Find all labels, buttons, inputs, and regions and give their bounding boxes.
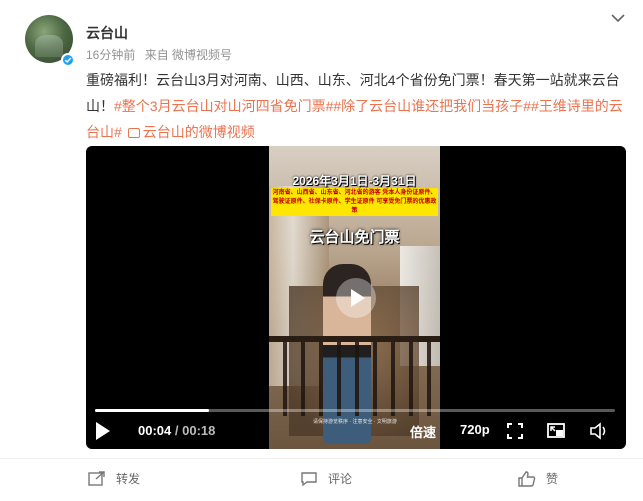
overlay-notice: 河南省、山西省、山东省、河北省的游客 凭本人身份证原件、驾驶证原件、社保卡原件、… [271,188,438,216]
railing [269,336,440,416]
repost-icon [88,470,105,486]
speed-button[interactable]: 倍速 [410,422,436,441]
current-time: 00:04 [138,423,172,438]
thumbs-up-icon [518,470,536,487]
video-link[interactable]: 云台山的微博视频 [143,124,255,140]
comment-button[interactable]: 评论 [300,470,352,487]
verified-badge-icon [61,53,75,67]
post-meta: 16分钟前 来自 微博视频号 [86,46,238,63]
comment-icon [301,471,317,486]
repost-label: 转发 [116,472,141,486]
fullscreen-icon[interactable] [507,423,523,439]
video-player[interactable]: 2026年3月1日-3月31日 河南省、山西省、山东省、河北省的游客 凭本人身份… [86,146,626,449]
center-play-button[interactable] [336,278,376,318]
quality-button[interactable]: 720p [460,422,490,437]
hashtag-2[interactable]: #除了云台山谁还把我们当孩子# [333,98,531,114]
hashtag-1[interactable]: #整个3月云台山对山河四省免门票# [114,98,333,114]
progress-fill [95,409,210,412]
comment-label: 评论 [328,472,353,486]
play-icon[interactable] [96,422,110,440]
repost-button[interactable]: 转发 [88,470,140,487]
progress-bar[interactable] [95,409,615,412]
time-display: 00:04 / 00:18 [138,423,216,438]
divider [0,458,643,459]
post-time[interactable]: 16分钟前 [86,48,135,62]
video-link-icon[interactable] [127,128,140,138]
overlay-date: 2026年3月1日-3月31日 [292,174,417,188]
chevron-down-icon[interactable] [610,12,626,24]
post-text: 重磅福利！云台山3月对河南、山西、山东、河北4个省份免门票！春天第一站就来云台山… [86,67,626,145]
duration: 00:18 [182,423,216,438]
overlay-title: 云台山免门票 [309,229,400,246]
like-label: 赞 [546,472,559,486]
volume-icon[interactable] [589,422,609,440]
picture-in-picture-icon[interactable] [547,423,565,439]
post-source[interactable]: 来自 微博视频号 [145,48,232,62]
like-button[interactable]: 赞 [518,470,558,487]
username[interactable]: 云台山 [86,23,128,43]
